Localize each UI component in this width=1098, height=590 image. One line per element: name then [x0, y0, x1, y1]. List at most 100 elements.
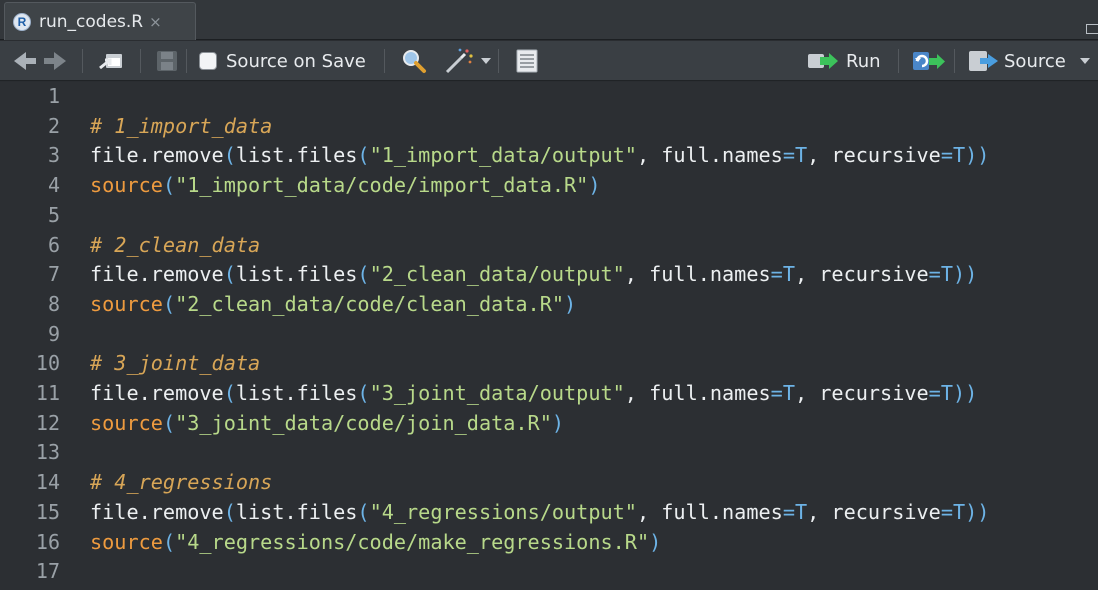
code-line[interactable]: # 4_regressions [90, 468, 272, 498]
chevron-down-icon [481, 58, 491, 64]
code-token-fn: list.files [235, 143, 358, 168]
toolbar-separator [498, 49, 499, 73]
code-editor[interactable]: 1 2 3 4 5 6 7 8 9 10 11 12 13 14 15 16 17 # 1_import_dat… [0, 82, 1098, 590]
code-token-op: = [940, 499, 953, 524]
line-number: 17 [35, 559, 60, 584]
code-token-const: T [794, 143, 808, 168]
run-icon [808, 52, 838, 70]
forward-arrow-icon[interactable] [44, 41, 66, 81]
line-number: 6 [47, 232, 60, 257]
code-token-op: = [928, 381, 941, 405]
close-tab-icon[interactable]: × [149, 13, 162, 31]
editor-tab-bar: R run_codes.R × [0, 0, 1098, 40]
code-token-const: T [782, 262, 795, 287]
source-button[interactable]: Source [968, 41, 1090, 81]
code-token-src: source [90, 291, 163, 316]
code-token-paren: ( [162, 410, 176, 435]
line-number: 12 [35, 410, 60, 435]
line-number: 7 [47, 262, 60, 287]
code-token-paren: ( [223, 143, 236, 168]
code-token-const: T [940, 262, 953, 287]
code-token-plain: , recursive [807, 143, 941, 168]
code-line[interactable]: file.remove(list.files("1_import_data/ou… [90, 141, 989, 171]
toolbar-separator [898, 49, 899, 73]
code-token-str: "1_import_data/code/import_data.R" [175, 173, 589, 198]
line-number: 3 [47, 143, 60, 168]
tab-run-codes[interactable]: R run_codes.R × [4, 2, 196, 40]
toolbar-separator [140, 49, 141, 73]
code-tools-wand-icon[interactable] [443, 41, 491, 81]
code-token-str: "4_regressions/code/make_regressions.R" [175, 529, 650, 554]
toolbar-separator [82, 49, 83, 73]
code-token-fn: file.remove [90, 381, 224, 405]
line-number: 13 [35, 440, 60, 465]
code-token-fn: file.remove [90, 143, 224, 168]
code-token-const: T [940, 381, 953, 405]
code-line[interactable]: # 1_import_data [90, 112, 272, 142]
save-icon[interactable] [156, 41, 178, 81]
code-token-paren: ( [357, 381, 370, 405]
code-token-comment: # 4_regressions [90, 470, 273, 495]
chevron-down-icon[interactable] [1079, 58, 1090, 64]
rerun-button[interactable] [912, 41, 946, 81]
code-token-paren: ( [357, 262, 370, 287]
code-token-plain: , recursive [807, 499, 941, 524]
show-in-window-icon[interactable] [98, 41, 124, 81]
line-number-gutter: 1 2 3 4 5 6 7 8 9 10 11 12 13 14 15 16 17 [0, 82, 80, 590]
code-token-op: = [782, 143, 795, 168]
r-file-icon: R [13, 12, 31, 31]
code-token-paren: ) [649, 529, 662, 554]
code-token-src: source [90, 410, 163, 435]
code-line[interactable]: source("3_joint_data/code/join_data.R") [90, 409, 564, 439]
source-on-save-check[interactable] [199, 52, 217, 70]
code-token-op: = [770, 381, 783, 405]
code-token-paren: )) [965, 499, 990, 524]
code-line[interactable]: source("2_clean_data/code/clean_data.R") [90, 290, 576, 320]
code-token-paren: ( [357, 143, 370, 168]
code-line[interactable]: file.remove(list.files("2_clean_data/out… [90, 260, 977, 290]
code-token-paren: ) [588, 173, 601, 198]
code-token-str: "4_regressions/output" [369, 499, 637, 524]
code-token-fn: list.files [235, 381, 358, 405]
find-icon[interactable] [401, 41, 427, 81]
code-token-op: = [782, 499, 795, 524]
compile-report-icon[interactable] [514, 41, 540, 81]
code-line[interactable]: source("1_import_data/code/import_data.R… [90, 171, 600, 201]
line-number: 10 [35, 351, 60, 376]
code-token-paren: ( [357, 499, 370, 524]
line-number: 9 [47, 321, 60, 346]
source-on-save-checkbox[interactable]: Source on Save [199, 41, 366, 81]
code-token-paren: ( [162, 173, 176, 198]
code-line[interactable]: # 3_joint_data [90, 349, 260, 379]
maximize-pane-icon[interactable] [1086, 24, 1098, 34]
code-token-const: T [952, 143, 966, 168]
run-label: Run [846, 50, 881, 72]
code-line[interactable]: file.remove(list.files("3_joint_data/out… [90, 379, 977, 409]
code-token-paren: ) [551, 410, 565, 435]
toolbar-separator [954, 49, 955, 73]
run-button[interactable]: Run [808, 41, 881, 81]
line-number: 16 [35, 529, 60, 554]
source-icon [969, 51, 998, 71]
toolbar-separator [384, 49, 385, 73]
back-arrow-icon[interactable] [14, 41, 36, 81]
code-line[interactable]: # 2_clean_data [90, 231, 260, 261]
code-token-fn: list.files [235, 262, 358, 287]
code-token-op: = [928, 262, 941, 287]
code-token-paren: ) [564, 291, 577, 316]
code-token-plain: , full.names [624, 381, 771, 405]
code-token-str: "2_clean_data/output" [369, 262, 625, 287]
code-token-fn: file.remove [90, 499, 224, 524]
code-token-comment: # 1_import_data [90, 113, 273, 138]
source-label: Source [1004, 50, 1066, 72]
code-line[interactable]: source("4_regressions/code/make_regressi… [90, 528, 661, 558]
code-token-str: "3_joint_data/code/join_data.R" [175, 410, 552, 435]
line-number: 11 [35, 381, 60, 405]
code-token-paren: ( [162, 291, 176, 316]
toolbar-separator [186, 49, 187, 73]
line-number: 14 [35, 470, 60, 495]
code-line[interactable]: file.remove(list.files("4_regressions/ou… [90, 498, 989, 528]
line-number: 8 [47, 291, 60, 316]
code-token-comment: # 3_joint_data [90, 351, 261, 376]
code-token-paren: ( [223, 381, 236, 405]
